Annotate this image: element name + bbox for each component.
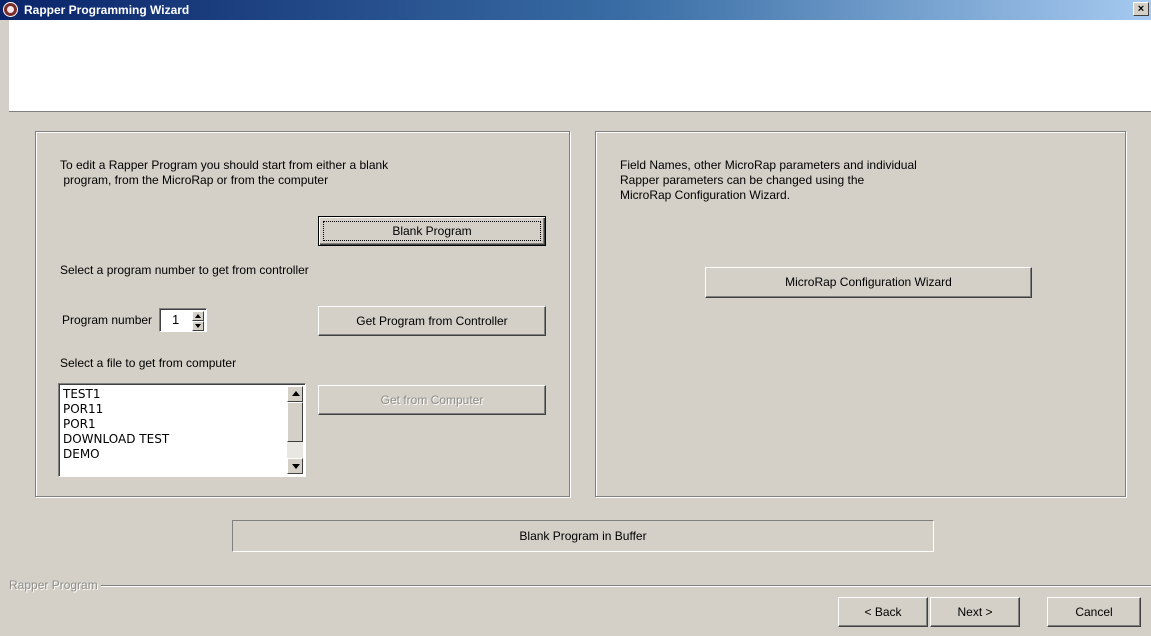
file-list-item[interactable]: TEST1: [63, 387, 101, 402]
spin-up-arrow-icon[interactable]: [192, 311, 204, 321]
footer-divider: [9, 585, 1151, 587]
scroll-up-arrow-icon[interactable]: [287, 386, 303, 402]
focus-indicator: [323, 221, 541, 241]
file-list-scrollbar[interactable]: [287, 386, 303, 474]
footer-group-label: Rapper Program: [9, 578, 101, 592]
select-program-label: Select a program number to get from cont…: [60, 263, 309, 277]
file-list-item[interactable]: POR1: [63, 417, 96, 432]
window-title: Rapper Programming Wizard: [24, 3, 190, 17]
cancel-label: Cancel: [1075, 605, 1113, 619]
close-icon[interactable]: ×: [1133, 2, 1149, 16]
back-button[interactable]: < Back: [838, 597, 928, 627]
wizard-header: [9, 20, 1151, 112]
cancel-button[interactable]: Cancel: [1047, 597, 1141, 627]
intro-text-line1: To edit a Rapper Program you should star…: [60, 158, 389, 172]
config-wizard-button[interactable]: MicroRap Configuration Wizard: [705, 267, 1032, 298]
spin-down-arrow-icon[interactable]: [192, 321, 204, 331]
title-bar: Rapper Programming Wizard ×: [0, 0, 1151, 20]
scroll-down-arrow-icon[interactable]: [287, 458, 303, 474]
get-from-computer-label: Get from Computer: [380, 393, 484, 407]
file-listbox[interactable]: TEST1 POR11 POR1 DOWNLOAD TEST DEMO: [58, 383, 306, 477]
select-file-label: Select a file to get from computer: [60, 356, 237, 370]
config-info-line2: Rapper parameters can be changed using t…: [620, 173, 865, 187]
config-wizard-label: MicroRap Configuration Wizard: [785, 275, 952, 289]
program-number-input[interactable]: 1: [159, 308, 207, 332]
back-label: < Back: [864, 605, 902, 619]
get-from-controller-button[interactable]: Get Program from Controller: [318, 306, 546, 336]
next-label: Next >: [957, 605, 993, 619]
program-number-spinner: [192, 311, 204, 331]
program-number-value: 1: [172, 312, 180, 327]
get-from-controller-label: Get Program from Controller: [356, 314, 508, 328]
config-info-line1: Field Names, other MicroRap parameters a…: [620, 158, 917, 172]
buffer-status-box: Blank Program in Buffer: [232, 520, 934, 552]
program-number-label: Program number: [62, 313, 153, 327]
scrollbar-thumb[interactable]: [287, 402, 303, 442]
file-list-item[interactable]: DOWNLOAD TEST: [63, 432, 169, 447]
blank-program-button[interactable]: Blank Program: [318, 216, 546, 246]
get-from-computer-button[interactable]: Get from Computer: [318, 385, 546, 415]
intro-text-line2: program, from the MicroRap or from the c…: [60, 173, 329, 187]
config-info-line3: MicroRap Configuration Wizard.: [620, 188, 791, 202]
file-list-item[interactable]: POR11: [63, 402, 103, 417]
next-button[interactable]: Next >: [930, 597, 1020, 627]
file-list-item[interactable]: DEMO: [63, 447, 100, 462]
rapper-app-icon: [3, 2, 18, 17]
